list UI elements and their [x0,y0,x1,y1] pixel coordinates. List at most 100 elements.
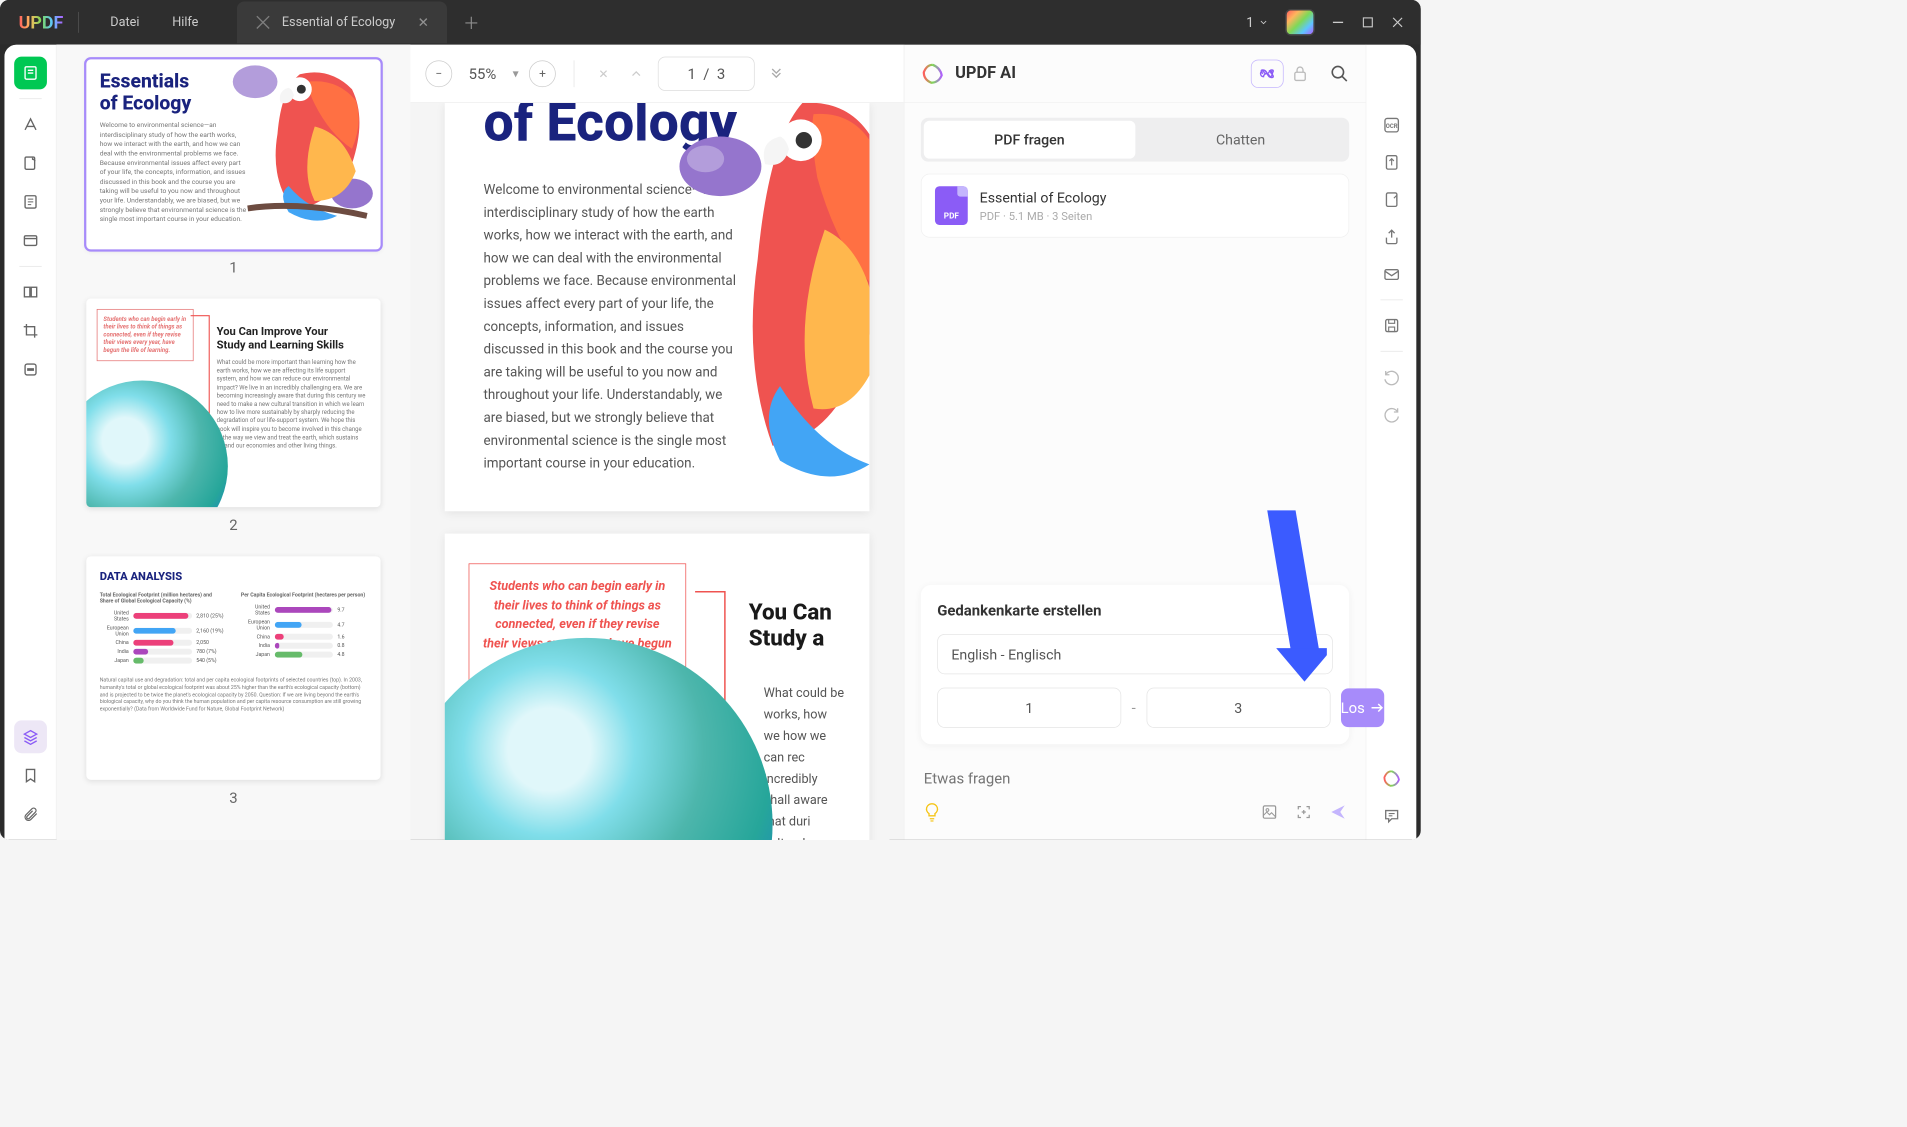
thumbnail-page-2[interactable]: Students who can begin early in their li… [86,299,380,508]
tab-ask-pdf[interactable]: PDF fragen [924,121,1135,159]
tab-count: 1 [1246,15,1254,31]
tab-title: Essential of Ecology [282,15,395,30]
app-logo: UPDF [19,12,64,33]
attachment-tool[interactable] [14,798,47,831]
tab-counter[interactable]: 1 [1246,15,1268,31]
zoom-level: 55% [469,64,497,82]
next-page-button[interactable] [765,62,787,84]
divider [78,12,79,33]
lightbulb-icon[interactable] [921,801,943,823]
file-meta: PDF · 5.1 MB · 3 Seiten [980,209,1107,222]
page-2: Students who can begin early in their li… [445,533,870,839]
chevron-down-icon [1258,17,1268,27]
layers-tool[interactable] [14,720,47,753]
send-button[interactable] [1327,801,1349,823]
redo-button[interactable] [1376,399,1406,429]
edit-tool[interactable] [14,147,47,180]
page-to-input[interactable] [1146,688,1330,728]
ai-logo-button[interactable] [1376,764,1406,794]
arrow-right-icon [1371,703,1384,713]
prompt-input[interactable] [921,756,1349,801]
ai-title: UPDF AI [955,64,1016,83]
mindmap-title: Gedankenkarte erstellen [937,601,1333,619]
share-button[interactable] [1376,222,1406,252]
minimize-button[interactable] [1331,16,1344,29]
thumbnail-page-3[interactable]: DATA ANALYSIS Total Ecological Footprint… [86,557,380,781]
highlight-tool[interactable] [14,108,47,141]
image-icon[interactable] [1258,801,1280,823]
page-1: of Ecology Welcome to environmental scie… [445,103,870,511]
zoom-out-button[interactable]: − [425,60,452,87]
chart2-title: Per Capita Ecological Footprint (hectare… [241,592,367,598]
parrot-illustration [668,103,869,511]
page2-body: What could be works, how we how we can r… [764,682,846,839]
compare-tool[interactable] [14,276,47,309]
theme-button[interactable] [1285,9,1315,36]
thumb2-callout: Students who can begin early in their li… [97,309,194,361]
thumb3-charts: Total Ecological Footprint (million hect… [100,592,367,667]
thumb1-number: 1 [86,259,380,277]
file-card[interactable]: PDF Essential of Ecology PDF · 5.1 MB · … [921,174,1349,238]
svg-text:OCR: OCR [1385,123,1397,130]
ai-tabs: PDF fragen Chatten [921,118,1349,162]
crossed-pencils-icon [255,14,271,30]
window-close-button[interactable] [1391,16,1404,29]
go-label: Los [1341,699,1365,717]
first-page-button[interactable] [592,62,614,84]
save-button[interactable] [1376,311,1406,341]
go-button[interactable]: Los [1341,688,1385,727]
thumb3-title: DATA ANALYSIS [100,570,367,583]
maximize-button[interactable] [1361,16,1374,29]
comment-button[interactable] [1376,801,1406,831]
thumb2-text: What could be more important than learni… [217,358,366,450]
prev-page-button[interactable] [625,62,647,84]
chevron-down-icon: ▾ [1312,646,1319,663]
range-dash: - [1132,699,1136,717]
page2-heading: You Can Study a [749,599,846,651]
thumb2-heading: You Can Improve Your Study and Learning … [217,325,351,352]
zoom-dropdown[interactable]: ▾ [513,66,519,80]
zoom-in-button[interactable]: + [529,60,556,87]
redact-tool[interactable] [14,353,47,386]
export-button[interactable] [1376,185,1406,215]
ai-input-area [921,756,1349,823]
language-select[interactable]: English - Englisch ▾ [937,634,1333,674]
bookmark-tool[interactable] [14,759,47,792]
search-button[interactable] [1330,64,1349,83]
undo-button[interactable] [1376,362,1406,392]
chart1-title: Total Ecological Footprint (million hect… [100,592,226,604]
ai-panel: UPDF AI PDF fragen Chatten PDF Essential… [904,45,1366,840]
thumb2-number: 2 [86,516,380,534]
crop-tool[interactable] [14,314,47,347]
titlebar: UPDF Datei Hilfe Essential of Ecology ✕ … [0,0,1421,45]
new-tab-button[interactable]: ＋ [463,10,479,34]
parrot-illustration [219,60,381,250]
updf-ai-logo-icon [921,61,945,85]
main-document-view: − 55% ▾ + [410,45,903,840]
thumb3-text: Natural capital use and degradation: tot… [100,677,367,713]
convert-button[interactable] [1376,148,1406,178]
mindmap-card: Gedankenkarte erstellen English - Englis… [921,585,1349,744]
document-toolbar: − 55% ▾ + [410,45,903,103]
language-selected: English - Englisch [951,646,1061,663]
thumbnail-page-1[interactable]: Essentials of Ecology Welcome to environ… [86,60,380,250]
page-tool[interactable] [14,186,47,219]
page-input[interactable] [658,56,755,90]
file-name: Essential of Ecology [980,189,1107,206]
page-from-input[interactable] [937,688,1121,728]
thumbnail-panel: Essentials of Ecology Welcome to environ… [57,45,411,840]
pdf-file-icon: PDF [935,186,968,225]
email-button[interactable] [1376,259,1406,289]
ocr-button[interactable]: OCR [1376,110,1406,140]
tab-close-button[interactable]: ✕ [418,15,429,31]
menu-file[interactable]: Datei [110,15,139,30]
organize-tool[interactable] [14,224,47,257]
menu-help[interactable]: Hilfe [172,15,198,30]
document-scroll[interactable]: of Ecology Welcome to environmental scie… [410,103,903,840]
screenshot-icon[interactable] [1293,801,1315,823]
reader-tool[interactable] [14,57,47,90]
lock-icon[interactable] [1293,65,1308,81]
tab-chat[interactable]: Chatten [1135,121,1346,159]
document-tab[interactable]: Essential of Ecology ✕ [237,1,447,43]
infinity-button[interactable] [1251,59,1284,87]
